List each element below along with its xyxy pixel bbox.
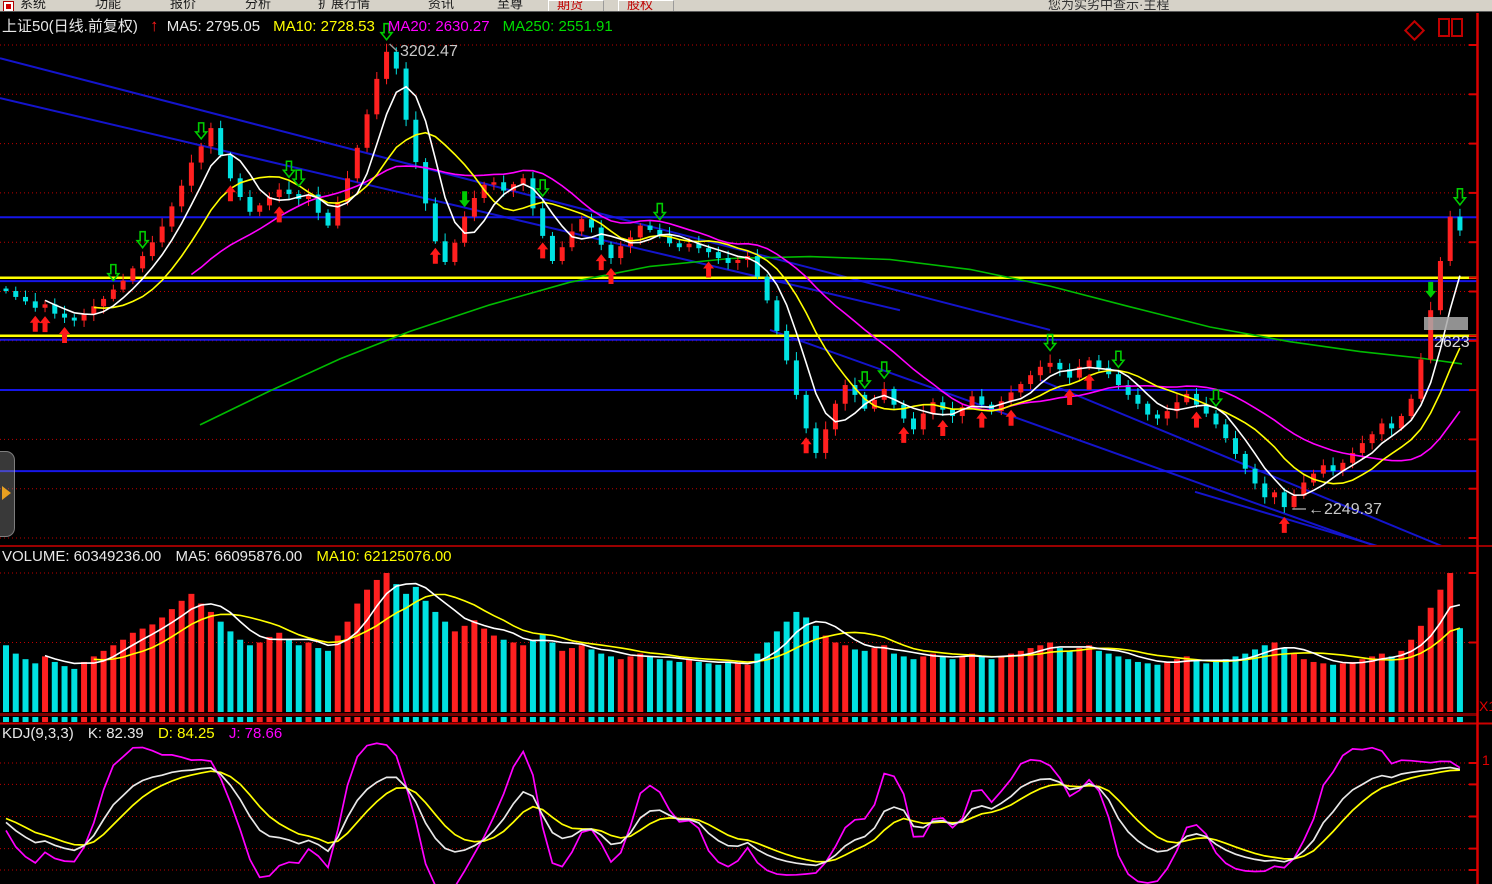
volume-header: VOLUME: 60349236.00 MA5: 66095876.00 MA1…: [2, 548, 462, 565]
kdj-scale-label: 1: [1482, 752, 1490, 768]
kdj-name: KDJ(9,3,3): [2, 725, 74, 742]
kdj-k-value: K: 82.39: [88, 725, 144, 742]
pane-window-controls: [1407, 18, 1464, 42]
symbol-title: 上证50(日线.前复权): [2, 18, 138, 35]
chart-canvas[interactable]: [0, 0, 1492, 884]
diamond-icon[interactable]: [1403, 19, 1424, 40]
menu-item[interactable]: 分析: [245, 0, 271, 12]
kdj-j-value: J: 78.66: [229, 725, 282, 742]
menu-item[interactable]: 系统: [20, 0, 46, 12]
volume-ma10-value: MA10: 62125076.00: [316, 548, 451, 565]
kdj-d-value: D: 84.25: [158, 725, 215, 742]
menu-item[interactable]: 至尊: [497, 0, 523, 12]
application-window: 您为实劣中查示·主程 系统 功能 报价 分析 扩展行情 资讯 至尊 期货 股权 上证50(日线.…: [0, 0, 1492, 884]
menu-item[interactable]: 功能: [95, 0, 121, 12]
menu-item[interactable]: 资讯: [428, 0, 454, 12]
menu-item-highlight[interactable]: 期货: [548, 0, 604, 12]
ma-values-row: MA5: 2795.05 MA10: 2728.53 MA20: 2630.27 MA…: [167, 18, 626, 35]
expand-arrow-icon: [2, 486, 11, 500]
menu-item[interactable]: 报价: [170, 0, 196, 12]
high-price-annotation: 3202.47: [400, 43, 458, 61]
kdj-header: KDJ(9,3,3) K: 82.39 D: 84.25 J: 78.66: [2, 725, 292, 742]
chart-svg[interactable]: [0, 0, 1492, 884]
ma-label: MA5: 2795.05: [167, 18, 260, 35]
ma-label: MA20: 2630.27: [388, 18, 490, 35]
chart-title-bar: 上证50(日线.前复权) ↑ MA5: 2795.05 MA10: 2728.53…: [2, 15, 626, 36]
menu-item-highlight[interactable]: 股权: [618, 0, 674, 12]
app-icon[interactable]: [3, 1, 14, 12]
ma-label: MA10: 2728.53: [273, 18, 375, 35]
ma-label: MA250: 2551.91: [503, 18, 613, 35]
low-price-annotation: ←2249.37: [1308, 501, 1382, 519]
menu-bar: 您为实劣中查示·主程 系统 功能 报价 分析 扩展行情 资讯 至尊 期货 股权: [0, 0, 1492, 12]
panel-toggle-handle[interactable]: [0, 451, 15, 537]
up-arrow-icon: ↑: [150, 16, 159, 35]
volume-value: VOLUME: 60349236.00: [2, 548, 161, 565]
volume-scale-label[interactable]: X1: [1479, 698, 1492, 714]
menu-item[interactable]: 扩展行情: [318, 0, 370, 12]
menu-right-text: 您为实劣中查示·主程: [1048, 0, 1169, 12]
current-price-tag: 2623: [1434, 334, 1470, 352]
split-window-icon[interactable]: [1438, 18, 1464, 42]
volume-ma5-value: MA5: 66095876.00: [175, 548, 302, 565]
